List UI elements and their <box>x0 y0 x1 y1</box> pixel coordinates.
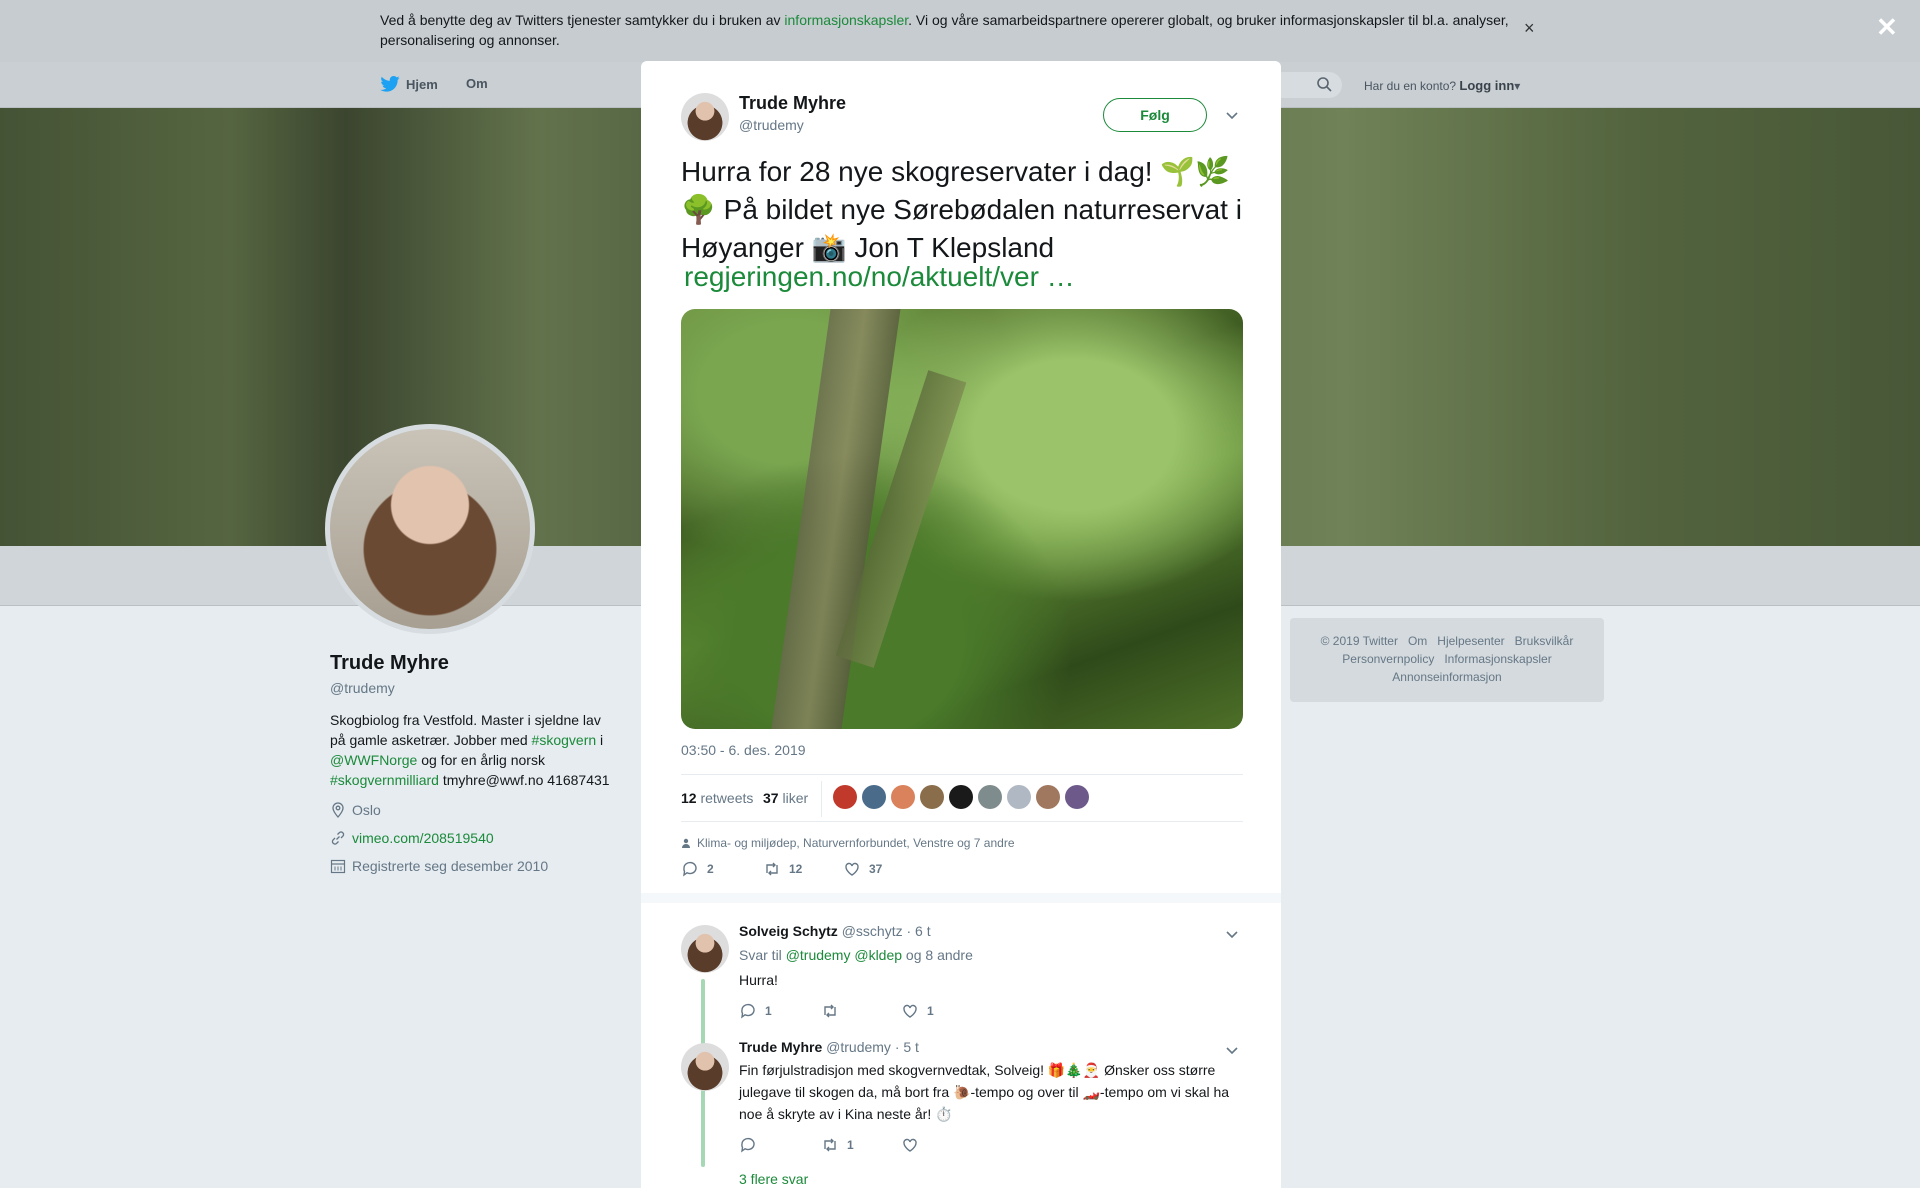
tweet-context: Klima- og miljødep, Naturvernforbundet, … <box>681 836 1015 850</box>
thread-line <box>701 1097 705 1167</box>
reply-avatar-solveig[interactable] <box>681 925 729 973</box>
heart-icon <box>903 1004 917 1018</box>
reply-mentions[interactable]: @trudemy @kldep <box>786 947 902 963</box>
liker-avatar[interactable] <box>949 785 973 809</box>
liker-avatar[interactable] <box>891 785 915 809</box>
tweet-author-name[interactable]: Trude Myhre <box>739 93 846 114</box>
liker-avatar[interactable] <box>862 785 886 809</box>
tweet-stats: 12 retweets 37 liker <box>681 774 1243 822</box>
retweet-button[interactable]: 12 <box>763 860 843 878</box>
chevron-down-icon[interactable] <box>1225 1043 1239 1057</box>
reply-actions: 1 1 <box>739 1002 934 1020</box>
reply-text: Hurra! <box>739 972 778 988</box>
like-button[interactable] <box>901 1136 919 1154</box>
retweet-icon <box>824 1004 836 1018</box>
tweet-photo[interactable] <box>681 309 1243 729</box>
reply-author-name[interactable]: Trude Myhre <box>739 1039 822 1055</box>
person-icon <box>682 838 690 848</box>
reply-avatar-trude[interactable] <box>681 1043 729 1091</box>
reply-to: Svar til @trudemy @kldep og 8 andre <box>739 947 973 963</box>
replies-divider <box>641 893 1281 903</box>
retweet-icon <box>824 1138 836 1152</box>
liker-avatar[interactable] <box>978 785 1002 809</box>
like-button[interactable]: 37 <box>843 860 882 878</box>
more-replies-link[interactable]: 3 flere svar <box>739 1171 808 1187</box>
like-stat[interactable]: 37 liker <box>763 790 808 806</box>
liker-avatar[interactable] <box>1007 785 1031 809</box>
reply-time[interactable]: · 6 t <box>906 923 930 939</box>
reply-author-handle[interactable]: @trudemy <box>826 1039 891 1055</box>
tweet-author-avatar[interactable] <box>681 93 729 141</box>
retweet-icon <box>766 862 778 876</box>
reply-author-handle[interactable]: @sschytz <box>842 923 903 939</box>
liker-avatar[interactable] <box>1036 785 1060 809</box>
liker-avatar[interactable] <box>833 785 857 809</box>
heart-icon <box>845 862 859 876</box>
chevron-down-icon[interactable] <box>1225 927 1239 941</box>
reply-header: Solveig Schytz @sschytz · 6 t <box>739 923 931 939</box>
retweet-button[interactable] <box>821 1002 901 1020</box>
reply-icon <box>741 1137 755 1153</box>
retweet-stat[interactable]: 12 retweets <box>681 790 753 806</box>
tweet-timestamp[interactable]: 03:50 - 6. des. 2019 <box>681 742 806 758</box>
retweet-button[interactable]: 1 <box>821 1136 901 1154</box>
reply-button[interactable]: 1 <box>739 1002 821 1020</box>
stats-divider <box>821 781 822 817</box>
reply-icon <box>741 1003 755 1019</box>
heart-icon <box>903 1138 917 1152</box>
tweet-modal: Trude Myhre @trudemy Følg Hurra for 28 n… <box>641 61 1281 1188</box>
reply-button[interactable]: 2 <box>681 860 763 878</box>
reply-time[interactable]: · 5 t <box>895 1039 919 1055</box>
liker-avatars <box>833 785 1089 809</box>
chevron-down-icon[interactable] <box>1225 108 1239 122</box>
reply-button[interactable] <box>739 1136 821 1154</box>
close-modal-button[interactable]: ✕ <box>1876 12 1898 43</box>
tweet-text: Hurra for 28 nye skogreservater i dag! 🌱… <box>681 156 1242 263</box>
reply-text: Fin førjulstradisjon med skogvernvedtak,… <box>739 1062 1230 1122</box>
liker-avatar[interactable] <box>920 785 944 809</box>
like-button[interactable]: 1 <box>901 1002 934 1020</box>
tweet-link[interactable]: regjeringen.no/no/aktuelt/ver … <box>684 261 1075 293</box>
reply-icon <box>683 861 697 877</box>
follow-button[interactable]: Følg <box>1103 98 1207 132</box>
reply-header: Trude Myhre @trudemy · 5 t <box>739 1039 919 1055</box>
liker-avatar[interactable] <box>1065 785 1089 809</box>
reply-actions: 1 <box>739 1136 919 1154</box>
reply-author-name[interactable]: Solveig Schytz <box>739 923 838 939</box>
tweet-author-handle[interactable]: @trudemy <box>739 117 804 133</box>
tweet-actions: 2 12 37 <box>681 860 882 878</box>
